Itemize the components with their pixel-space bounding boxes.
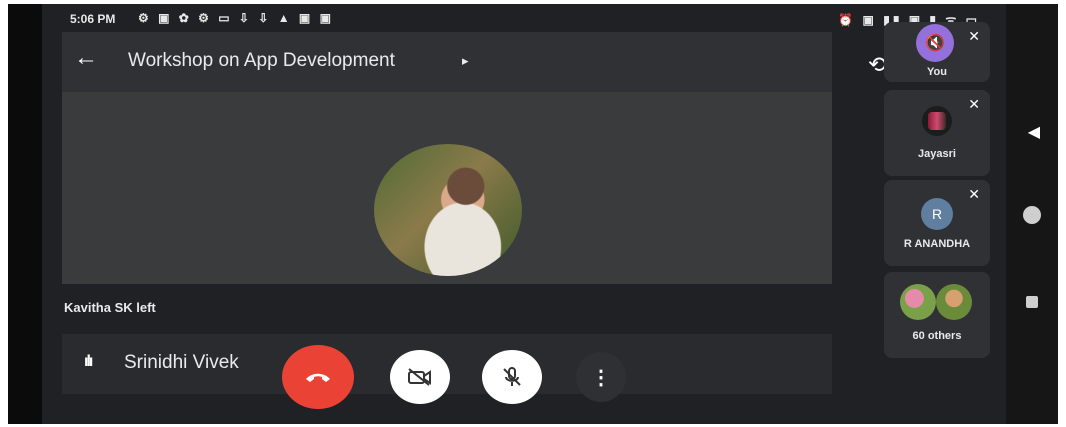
mic-off-icon: ✕	[968, 28, 980, 44]
back-arrow-icon[interactable]: ←	[74, 44, 98, 72]
avatar: R	[921, 198, 953, 230]
left-bezel	[8, 4, 42, 424]
participant-name: You	[927, 66, 947, 78]
avatar: 🔇	[916, 24, 954, 62]
phone-hangup-icon	[306, 373, 330, 382]
participant-left-message: Kavitha SK left	[64, 300, 156, 315]
participant-tile-r-anandha[interactable]: R ✕ R ANANDHA	[884, 180, 990, 266]
status-bar: 5:06 PM ⚙ ▣ ✿ ⚙ ▭ ⇩ ⇩ ▲ ▣ ▣ ⏰ ▣ ▮▮ ▣ ▮ ᯤ…	[70, 10, 990, 30]
participant-name: Jayasri	[918, 148, 956, 160]
avatar	[922, 106, 952, 136]
audio-level-icon: ılı	[84, 353, 93, 370]
others-count-label: 60 others	[912, 330, 962, 342]
end-call-button[interactable]	[282, 345, 354, 409]
mic-off-icon: ✕	[968, 186, 980, 202]
nav-recents-icon[interactable]	[1026, 296, 1038, 308]
participant-tile-jayasri[interactable]: ✕ Jayasri	[884, 90, 990, 176]
active-speaker-name: Srinidhi Vivek	[124, 352, 239, 373]
more-options-button[interactable]: ⋮	[576, 352, 626, 402]
mic-off-icon	[503, 367, 521, 386]
notification-icons: ⚙ ▣ ✿ ⚙ ▭ ⇩ ⇩ ▲ ▣ ▣	[138, 11, 334, 25]
status-time: 5:06 PM	[70, 12, 116, 26]
nav-back-icon[interactable]: ◀	[1028, 122, 1040, 142]
avatar	[936, 284, 972, 320]
avatar	[900, 284, 936, 320]
meeting-title[interactable]: Workshop on App Development	[128, 50, 395, 72]
main-video-area: ← Workshop on App Development ▸	[62, 32, 832, 284]
mic-toggle-button[interactable]	[482, 350, 542, 404]
others-avatars	[900, 284, 974, 320]
mic-off-icon: ✕	[968, 96, 980, 112]
presenter-avatar	[374, 144, 522, 276]
participant-tile-you[interactable]: 🔇 ✕ You	[884, 22, 990, 82]
call-header: ← Workshop on App Development ▸	[62, 32, 832, 92]
nav-home-icon[interactable]	[1023, 206, 1041, 224]
more-vert-icon: ⋮	[591, 366, 611, 389]
chevron-right-icon[interactable]: ▸	[462, 53, 469, 69]
participant-tile-others[interactable]: 60 others	[884, 272, 990, 358]
participant-name: R ANANDHA	[903, 238, 971, 250]
android-nav-bar: ◀	[1006, 4, 1058, 424]
camera-off-icon	[408, 368, 431, 386]
camera-toggle-button[interactable]	[390, 350, 450, 404]
